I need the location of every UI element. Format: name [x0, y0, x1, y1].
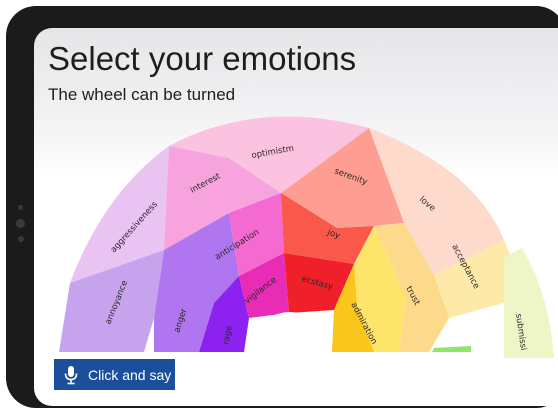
wheel-segment-submission[interactable] [504, 248, 554, 358]
camera-dot [18, 205, 23, 210]
camera-lens [16, 219, 25, 228]
sensor-dot [18, 236, 24, 242]
app-screen: Select your emotions The wheel can be tu… [34, 28, 558, 406]
emotion-wheel[interactable]: optimistm serenity love interest aggress… [34, 28, 558, 406]
click-and-say-button[interactable]: Click and say [54, 359, 175, 390]
wheel-center-hub [250, 312, 330, 352]
wheel-segment-bottom-green[interactable] [432, 346, 471, 352]
click-and-say-label: Click and say [88, 366, 172, 383]
microphone-icon [64, 365, 78, 384]
tablet-frame: Select your emotions The wheel can be tu… [6, 6, 558, 408]
